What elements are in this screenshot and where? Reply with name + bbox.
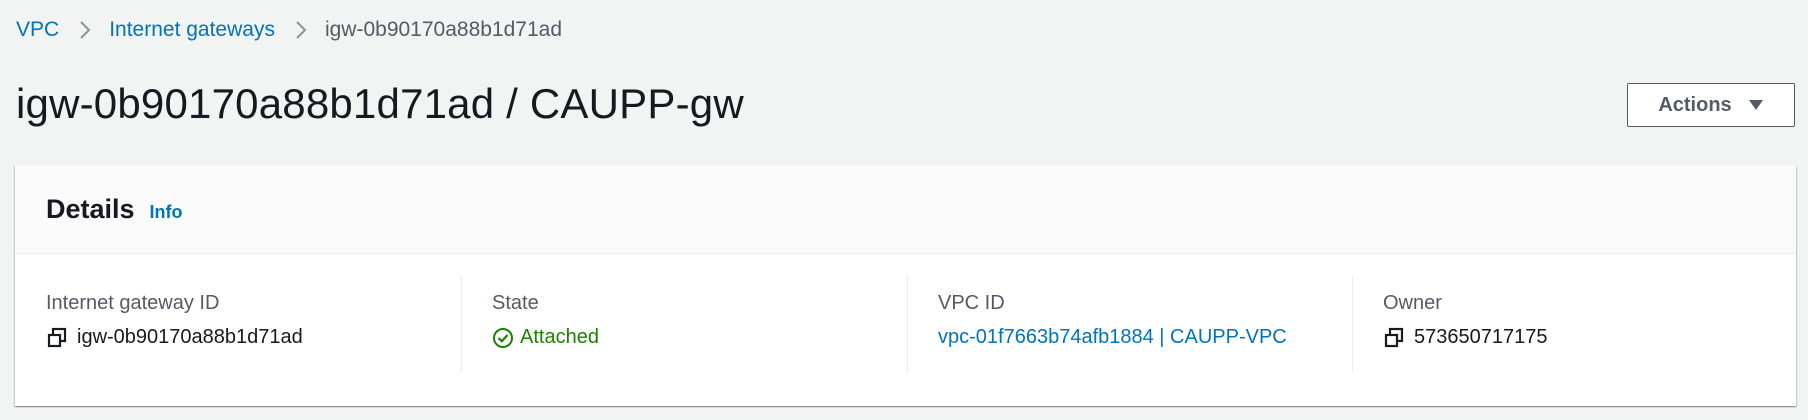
status-positive-icon [492,327,514,349]
field-value: vpc-01f7663b74afb1884 | CAUPP-VPC [938,326,1287,349]
field-value: Attached [492,326,599,349]
column-divider [1352,276,1353,372]
owner-value: 573650717175 [1414,326,1548,348]
chevron-right-icon [295,20,307,40]
actions-button[interactable]: Actions [1627,83,1795,127]
details-panel-header: Details Info [15,165,1796,254]
field-label: Owner [1383,292,1442,314]
page-title: igw-0b90170a88b1d71ad / CAUPP-gw [16,80,744,127]
vpc-id-link[interactable]: vpc-01f7663b74afb1884 | CAUPP-VPC [938,326,1287,349]
details-panel: Details Info Internet gateway ID igw-0b9… [15,165,1796,406]
column-divider [907,276,908,372]
field-value: 573650717175 [1383,326,1547,349]
chevron-right-icon [79,20,91,40]
field-vpc-id: VPC ID vpc-01f7663b74afb1884 | CAUPP-VPC [938,254,1358,405]
copy-icon[interactable] [1383,327,1405,349]
breadcrumb: VPC Internet gateways igw-0b90170a88b1d7… [16,16,562,44]
details-title: Details [46,193,135,224]
actions-button-label: Actions [1658,93,1732,116]
field-owner: Owner 573650717175 [1383,254,1783,405]
internet-gateway-id-value: igw-0b90170a88b1d71ad [77,326,303,348]
state-value: Attached [520,326,599,348]
caret-down-icon [1748,99,1764,111]
copy-icon[interactable] [46,327,68,349]
breadcrumb-vpc-link[interactable]: VPC [16,18,59,42]
field-label: State [492,292,539,314]
column-divider [461,276,462,372]
field-value: igw-0b90170a88b1d71ad [46,326,303,349]
breadcrumb-internet-gateways-link[interactable]: Internet gateways [109,18,275,42]
field-label: Internet gateway ID [46,292,220,314]
breadcrumb-current: igw-0b90170a88b1d71ad [324,18,563,41]
details-body: Internet gateway ID igw-0b90170a88b1d71a… [15,254,1796,405]
field-internet-gateway-id: Internet gateway ID igw-0b90170a88b1d71a… [46,254,466,405]
field-label: VPC ID [938,292,1005,314]
info-link[interactable]: Info [150,202,183,223]
field-state: State Attached [492,254,912,405]
